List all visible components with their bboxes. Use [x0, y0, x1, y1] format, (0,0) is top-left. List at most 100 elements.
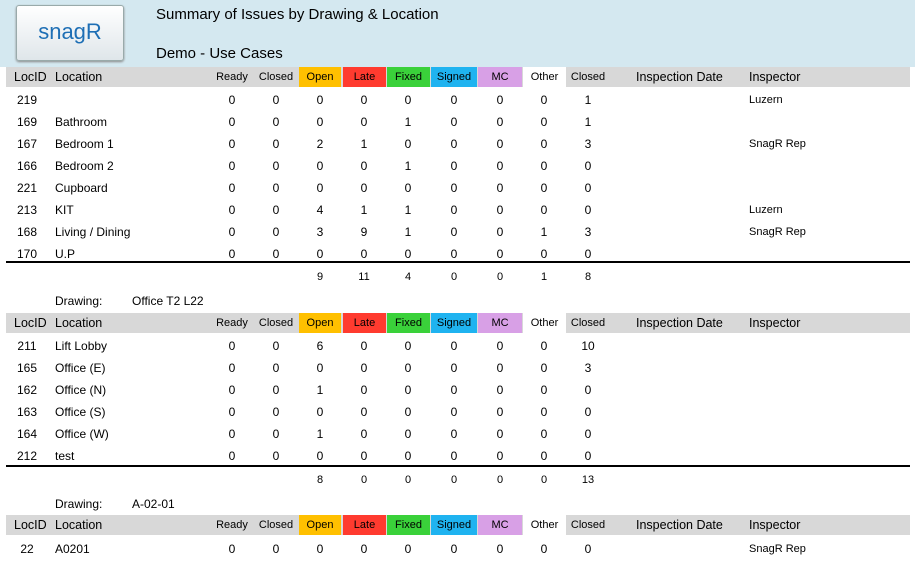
count-mc: 0 — [496, 137, 504, 151]
totals-row: 9 11 4 0 0 1 8 — [0, 267, 915, 287]
column-header-other: Other — [523, 67, 566, 87]
count-closed2: 1 — [584, 115, 592, 129]
count-closed: 0 — [272, 339, 280, 353]
loc-id: 211 — [17, 339, 37, 353]
table-row: 166 Bedroom 2 0 0 0 0 1 0 0 0 0 — [0, 155, 915, 177]
column-header-other: Other — [523, 313, 566, 333]
column-header-open: Open — [299, 515, 341, 535]
count-fixed: 0 — [404, 137, 412, 151]
count-signed: 0 — [450, 181, 458, 195]
column-header-inspector: Inspector — [749, 70, 801, 84]
column-header-locid: LocID — [14, 70, 47, 84]
count-open: 0 — [316, 449, 324, 463]
table-row: 211 Lift Lobby 0 0 6 0 0 0 0 0 10 — [0, 335, 915, 357]
count-mc: 0 — [496, 361, 504, 375]
count-closed2: 3 — [584, 361, 592, 375]
location-name: Lift Lobby — [55, 339, 108, 353]
column-header-fixed: Fixed — [387, 515, 430, 535]
count-closed: 0 — [272, 203, 280, 217]
column-header-closed: Closed — [258, 519, 294, 531]
location-name: test — [55, 449, 75, 463]
loc-id: 164 — [16, 427, 38, 441]
total-open: 8 — [316, 474, 324, 486]
count-ready: 0 — [228, 383, 236, 397]
loc-id: 221 — [16, 181, 38, 195]
count-open: 0 — [316, 93, 324, 107]
count-closed2: 0 — [584, 405, 592, 419]
column-header-ready: Ready — [216, 71, 248, 83]
column-header-signed: Signed — [431, 67, 477, 87]
count-mc: 0 — [496, 225, 504, 239]
count-ready: 0 — [228, 203, 236, 217]
count-fixed: 1 — [404, 115, 412, 129]
inspector-name: SnagR Rep — [749, 138, 806, 150]
column-header-open: Open — [299, 67, 341, 87]
total-late: 11 — [358, 271, 370, 283]
column-header-closed2: Closed — [570, 317, 606, 329]
table-row: 165 Office (E) 0 0 0 0 0 0 0 0 3 — [0, 357, 915, 379]
column-header-ready: Ready — [216, 317, 248, 329]
loc-id: 219 — [16, 93, 38, 107]
count-late: 1 — [360, 203, 368, 217]
count-mc: 0 — [496, 115, 504, 129]
count-open: 0 — [316, 405, 324, 419]
loc-id: 22 — [20, 542, 34, 556]
count-ready: 0 — [228, 405, 236, 419]
location-name: A0201 — [55, 542, 90, 556]
column-header-row: LocID Location Ready Closed Open Late Fixed Sig… — [6, 67, 910, 87]
section-divider — [6, 261, 910, 263]
count-open: 1 — [316, 427, 324, 441]
table-row: 221 Cupboard 0 0 0 0 0 0 0 0 0 — [0, 177, 915, 199]
count-late: 0 — [360, 115, 368, 129]
count-closed2: 0 — [584, 427, 592, 441]
count-signed: 0 — [450, 361, 458, 375]
count-signed: 0 — [450, 542, 458, 556]
drawing-label: Drawing: — [55, 294, 103, 308]
total-fixed: 4 — [404, 271, 412, 283]
count-ready: 0 — [228, 225, 236, 239]
count-closed: 0 — [272, 542, 280, 556]
count-other: 0 — [540, 181, 548, 195]
count-closed2: 1 — [584, 93, 592, 107]
report-title: Summary of Issues by Drawing & Location — [156, 6, 439, 23]
count-ready: 0 — [228, 115, 236, 129]
count-mc: 0 — [496, 449, 504, 463]
count-closed2: 0 — [584, 181, 592, 195]
count-ready: 0 — [228, 339, 236, 353]
count-late: 9 — [360, 225, 368, 239]
count-mc: 0 — [496, 181, 504, 195]
table-row: 163 Office (S) 0 0 0 0 0 0 0 0 0 — [0, 401, 915, 423]
table-row: 167 Bedroom 1 0 0 2 1 0 0 0 0 3 SnagR Rep — [0, 133, 915, 155]
loc-id: 169 — [16, 115, 38, 129]
count-mc: 0 — [496, 383, 504, 397]
table-row: 169 Bathroom 0 0 0 0 1 0 0 0 1 — [0, 111, 915, 133]
count-late: 0 — [360, 361, 368, 375]
total-mc: 0 — [496, 271, 504, 283]
column-header-signed: Signed — [431, 515, 477, 535]
loc-id: 213 — [16, 203, 38, 217]
count-closed2: 0 — [584, 203, 592, 217]
location-name: Office (W) — [55, 427, 109, 441]
location-name: Bedroom 2 — [55, 159, 114, 173]
column-header-row: LocID Location Ready Closed Open Late Fixed Sig… — [6, 313, 910, 333]
count-signed: 0 — [450, 159, 458, 173]
loc-id: 212 — [16, 449, 38, 463]
count-late: 0 — [360, 93, 368, 107]
count-fixed: 0 — [404, 383, 412, 397]
count-closed2: 10 — [581, 339, 595, 353]
column-header-other: Other — [523, 515, 566, 535]
count-closed2: 0 — [584, 383, 592, 397]
count-closed: 0 — [272, 361, 280, 375]
loc-id: 162 — [16, 383, 38, 397]
count-closed: 0 — [272, 383, 280, 397]
column-header-closed: Closed — [258, 71, 294, 83]
count-signed: 0 — [450, 115, 458, 129]
column-header-inspector: Inspector — [749, 316, 801, 330]
count-ready: 0 — [228, 542, 236, 556]
column-header-location: Location — [55, 70, 103, 84]
count-signed: 0 — [450, 383, 458, 397]
count-late: 0 — [360, 181, 368, 195]
table-row: 164 Office (W) 0 0 1 0 0 0 0 0 0 — [0, 423, 915, 445]
count-other: 0 — [540, 93, 548, 107]
count-ready: 0 — [228, 93, 236, 107]
